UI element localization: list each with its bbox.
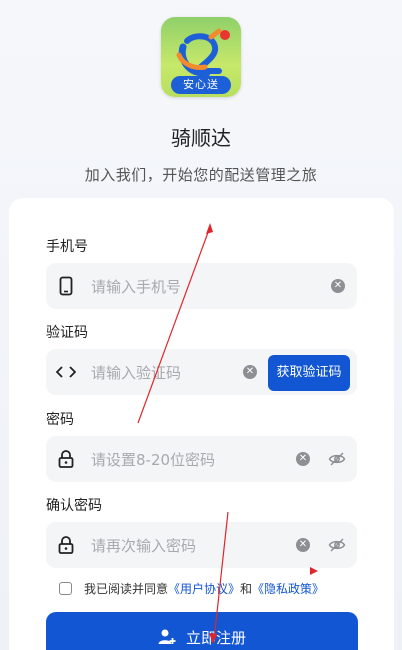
confirm-password-placeholder: 请再次输入密码 [91,537,197,555]
agreement-checkbox[interactable] [59,582,72,595]
agreement-row: 我已阅读并同意 《用户协议》 和 《隐私政策》 [59,580,324,597]
app-name: 骑顺达 [171,126,231,150]
code-placeholder: 请输入验证码 [91,364,182,382]
password-placeholder: 请设置8-20位密码 [91,451,216,469]
phone-icon [56,276,76,296]
code-icon [56,362,76,382]
clear-icon[interactable]: ✕ [243,365,257,379]
user-agreement-link[interactable]: 《用户协议》 [168,580,240,597]
password-field[interactable]: 请设置8-20位密码 ✕ [46,436,357,482]
get-code-button[interactable]: 获取验证码 [268,355,350,391]
lock-icon [56,449,76,469]
agreement-and: 和 [240,582,253,596]
clear-icon[interactable]: ✕ [296,538,310,552]
clear-icon[interactable]: ✕ [296,452,310,466]
confirm-password-field[interactable]: 请再次输入密码 ✕ [46,522,357,568]
password-label: 密码 [46,412,74,428]
register-button[interactable]: 立即注册 [46,612,358,650]
add-user-icon [158,629,176,644]
logo-badge: 安心送 [171,76,231,94]
register-label: 立即注册 [185,628,246,647]
phone-field[interactable]: 请输入手机号 ✕ [46,263,357,309]
code-label: 验证码 [46,325,88,341]
privacy-policy-link[interactable]: 《隐私政策》 [252,580,324,597]
phone-label: 手机号 [46,239,88,255]
app-logo: 安心送 [161,17,241,97]
agreement-prefix: 我已阅读并同意 [84,582,169,596]
clear-icon[interactable]: ✕ [331,279,345,293]
eye-off-icon[interactable] [328,536,346,554]
confirm-password-label: 确认密码 [46,498,102,514]
lock-icon [56,535,76,555]
phone-placeholder: 请输入手机号 [91,278,182,296]
eye-off-icon[interactable] [328,450,346,468]
page-subtitle: 加入我们，开始您的配送管理之旅 [84,166,318,184]
